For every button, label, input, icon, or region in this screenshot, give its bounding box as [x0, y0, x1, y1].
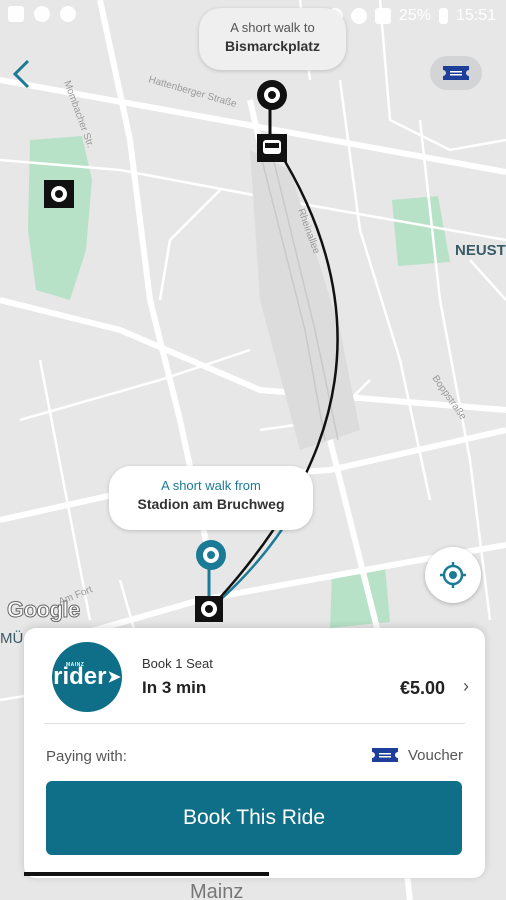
locate-icon	[440, 562, 466, 588]
battery-icon	[438, 8, 448, 24]
bus-stop-icon[interactable]	[257, 134, 287, 162]
mainz-rider-logo: MAINZ rider ➤	[52, 642, 122, 712]
pickup-walk-bubble: A short walk to Bismarckplatz	[199, 8, 346, 70]
eta-label: In 3 min	[142, 678, 207, 697]
ticket-icon	[443, 66, 469, 80]
paying-with-label: Paying with:	[46, 748, 127, 765]
stop-marker-icon[interactable]	[44, 180, 74, 208]
gesture-bar	[24, 872, 269, 876]
map-label-mu: MÜ	[0, 629, 23, 647]
battery-level: 25%	[398, 7, 431, 24]
signal-icon	[374, 8, 391, 24]
map-label-mainz: Mainz	[190, 881, 243, 900]
payment-method-label: Voucher	[407, 746, 463, 764]
ride-booking-card: MAINZ rider ➤ Book 1 Seat In 3 min €5.00…	[24, 628, 485, 878]
app-notification-icon	[60, 6, 76, 22]
map-label-neust: NEUST	[455, 242, 506, 259]
my-location-button[interactable]	[425, 547, 481, 603]
pickup-pin-icon[interactable]	[257, 80, 287, 110]
pickup-place: Bismarckplatz	[225, 38, 320, 54]
dropoff-stop-icon[interactable]	[195, 596, 223, 622]
back-button[interactable]	[10, 58, 40, 92]
dropoff-place: Stadion am Bruchweg	[137, 496, 285, 512]
clock: 15:51	[455, 7, 496, 24]
card-divider	[44, 723, 465, 724]
gallery-icon	[8, 6, 24, 22]
logo-city: MAINZ	[66, 662, 85, 668]
back-arrow-icon	[12, 59, 30, 89]
voucher-icon	[371, 748, 398, 762]
wifi-icon	[350, 8, 367, 24]
location-icon	[34, 6, 50, 22]
dropoff-walk-bubble: A short walk from Stadion am Bruchweg	[109, 466, 313, 530]
pickup-hint: A short walk to	[230, 20, 315, 35]
seat-label: Book 1 Seat	[142, 656, 213, 671]
payment-method[interactable]: Voucher	[370, 746, 463, 764]
chevron-right-icon[interactable]: ›	[463, 676, 469, 697]
book-ride-button[interactable]: Book This Ride	[46, 781, 462, 855]
dropoff-hint: A short walk from	[161, 478, 261, 493]
dropoff-pin-icon[interactable]	[196, 540, 226, 570]
logo-arrow-icon: ➤	[107, 669, 121, 686]
google-attribution: Google	[7, 597, 81, 623]
tickets-button[interactable]	[430, 56, 482, 90]
price-label[interactable]: €5.00	[400, 678, 445, 699]
